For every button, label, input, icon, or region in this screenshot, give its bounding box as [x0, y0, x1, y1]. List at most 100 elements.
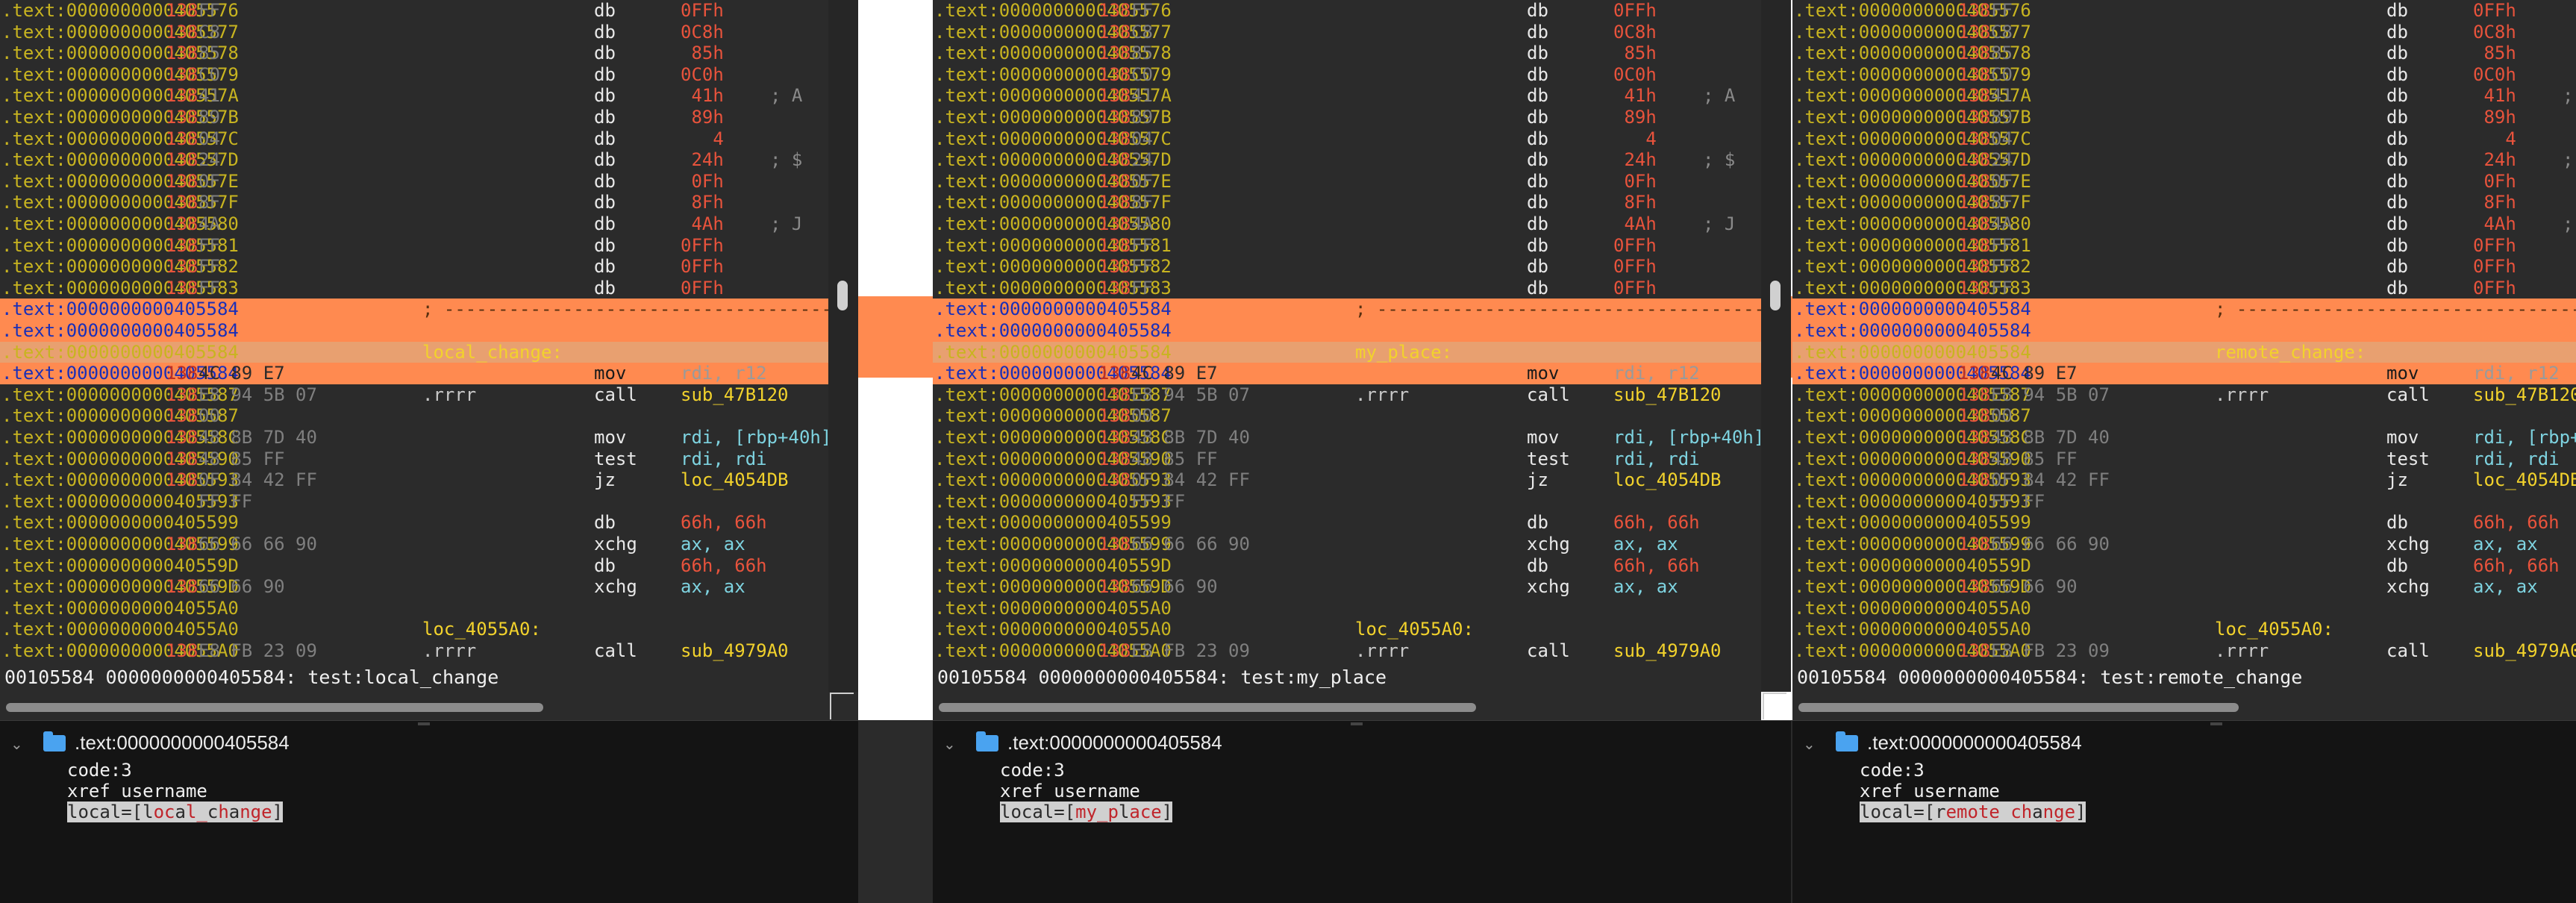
- listing-row[interactable]: .text:0000000000405579 138 C0 db 0C0h: [933, 64, 1761, 86]
- listing-row[interactable]: .text:0000000000405578 138 85 db 85h: [933, 43, 1761, 64]
- listing-row[interactable]: .text:0000000000405584 my_place:: [933, 341, 1761, 363]
- listing-row[interactable]: .text:00000000004055A0 loc_4055A0:: [933, 619, 1761, 640]
- listing-row[interactable]: .text:000000000040557F 138 8F db 8Fh: [933, 192, 1761, 213]
- disassembly-listing[interactable]: .text:0000000000405576 138 FF db 0FFh .text:0…: [1792, 0, 2576, 663]
- listing-row[interactable]: .text:0000000000405584 ; ----------------…: [933, 299, 1761, 320]
- listing-row[interactable]: .text:00000000004055801384Adb 4Ah; J: [0, 213, 828, 235]
- xref-tree-view[interactable]: ⌄ .text:0000000000405584 code:3 xref userna…: [0, 720, 858, 903]
- listing-row[interactable]: .text:00000000004055A0 loc_4055A0:: [1792, 619, 2576, 640]
- chevron-down-icon[interactable]: ⌄: [10, 732, 28, 757]
- listing-row[interactable]: .text:0000000000405587 138 E8 94 5B 07 .rrr…: [1792, 384, 2576, 406]
- listing-row[interactable]: .text:0000000000405578 138 85 db 85h: [1792, 43, 2576, 64]
- listing-row[interactable]: .text:0000000000405599 138 66 66 66 90 xchg…: [0, 534, 828, 555]
- listing-row[interactable]: .text:00000000004055A0: [0, 598, 828, 619]
- splitter-handle[interactable]: [2210, 722, 2222, 725]
- listing-row[interactable]: .text:0000000000405599 db 66h, 66h: [933, 512, 1761, 534]
- vertical-scrollbar[interactable]: [1761, 0, 1791, 692]
- listing-row[interactable]: .text:000000000040557C 138 04 db 4: [1792, 128, 2576, 150]
- listing-row[interactable]: .text:0000000000405578 138 85 db 85h: [0, 43, 828, 64]
- listing-row[interactable]: .text:000000000040557A13841db 41h; A: [1792, 85, 2576, 107]
- listing-row[interactable]: .text:0000000000405581 138 FF db 0FFh: [1792, 235, 2576, 257]
- xref-tree-view[interactable]: ⌄ .text:0000000000405584 code:3 xref userna…: [933, 720, 1791, 903]
- listing-row[interactable]: .text:00000000004055A0: [1792, 598, 2576, 619]
- chevron-down-icon[interactable]: ⌄: [1803, 732, 1821, 757]
- listing-row[interactable]: .text:0000000000405581 138 FF db 0FFh: [0, 235, 828, 257]
- listing-row[interactable]: .text:000000000040559D 138 66 66 90 xchg ax,…: [933, 576, 1761, 598]
- tree-node[interactable]: ⌄ .text:0000000000405584: [10, 730, 290, 755]
- listing-row[interactable]: .text:000000000040557B 138 89 db 89h: [1792, 107, 2576, 128]
- listing-row[interactable]: .text:0000000000405582 138 FF db 0FFh: [933, 256, 1761, 278]
- listing-row[interactable]: .text:0000000000405577 138 C8 db 0C8h: [0, 22, 828, 43]
- listing-row[interactable]: .text:000000000040557B 138 89 db 89h: [933, 107, 1761, 128]
- vertical-scrollbar-thumb[interactable]: [837, 281, 848, 310]
- listing-row[interactable]: .text:0000000000405584 local_change:: [0, 341, 828, 363]
- listing-row[interactable]: .text:0000000000405599 138 66 66 66 90 xchg…: [1792, 534, 2576, 555]
- listing-row[interactable]: .text:000000000040557E 138 0F db 0Fh: [1792, 171, 2576, 193]
- listing-row[interactable]: .text:0000000000405584 138 4C 89 E7 mov rdi,…: [933, 363, 1761, 384]
- listing-row[interactable]: .text:0000000000405599 db 66h, 66h: [0, 512, 828, 534]
- horizontal-scrollbar-thumb[interactable]: [939, 703, 1476, 712]
- listing-row[interactable]: .text:000000000040559D db 66h, 66h: [0, 555, 828, 577]
- listing-row[interactable]: .text:000000000040557C 138 04 db 4: [0, 128, 828, 150]
- vertical-scrollbar[interactable]: [828, 0, 858, 692]
- listing-row[interactable]: .text:000000000040559D 138 66 66 90 xchg ax,…: [1792, 576, 2576, 598]
- listing-row[interactable]: .text:00000000004055801384Adb 4Ah; J: [1792, 213, 2576, 235]
- listing-row[interactable]: .text:000000000040559D db 66h, 66h: [933, 555, 1761, 577]
- listing-row[interactable]: .text:00000000004055A0 138 E8 FB 23 09 .rrr…: [1792, 640, 2576, 662]
- listing-row[interactable]: .text:000000000040557F 138 8F db 8Fh: [0, 192, 828, 213]
- listing-row[interactable]: .text:0000000000405582 138 FF db 0FFh: [0, 256, 828, 278]
- listing-row[interactable]: .text:0000000000405584 138 4C 89 E7 mov rdi,…: [0, 363, 828, 384]
- listing-row[interactable]: .text:000000000040557D13824db 24h; $: [0, 149, 828, 171]
- listing-row[interactable]: .text:0000000000405599 138 66 66 66 90 xchg…: [933, 534, 1761, 555]
- local-selection[interactable]: local=[local_change]: [67, 802, 284, 822]
- listing-row[interactable]: .text:0000000000405593 FF FF: [933, 491, 1761, 513]
- local-selection[interactable]: local=[remote change]: [1860, 802, 2086, 822]
- listing-row[interactable]: .text:000000000040557A13841db 41h; A: [0, 85, 828, 107]
- listing-row[interactable]: .text:000000000040559D 138 66 66 90 xchg ax,…: [0, 576, 828, 598]
- tree-node[interactable]: ⌄ .text:0000000000405584: [1803, 730, 2082, 755]
- listing-row[interactable]: .text:00000000004055A0 loc_4055A0:: [0, 619, 828, 640]
- listing-row[interactable]: .text:000000000040558C 138 48 8B 7D 40 mov r…: [1792, 427, 2576, 449]
- listing-row[interactable]: .text:000000000040557B 138 89 db 89h: [0, 107, 828, 128]
- listing-row[interactable]: .text:0000000000405577 138 C8 db 0C8h: [1792, 22, 2576, 43]
- listing-row[interactable]: .text:000000000040559D db 66h, 66h: [1792, 555, 2576, 577]
- listing-row[interactable]: .text:000000000040557C 138 04 db 4: [933, 128, 1761, 150]
- listing-row[interactable]: .text:0000000000405587 138 00: [0, 405, 828, 427]
- listing-row[interactable]: .text:00000000004055A0 138 E8 FB 23 09 .rrr…: [933, 640, 1761, 662]
- listing-row[interactable]: .text:0000000000405582 138 FF db 0FFh: [1792, 256, 2576, 278]
- listing-row[interactable]: .text:0000000000405599 db 66h, 66h: [1792, 512, 2576, 534]
- listing-row[interactable]: .text:0000000000405576 138 FF db 0FFh: [1792, 0, 2576, 22]
- listing-row[interactable]: .text:000000000040557D13824db 24h; $: [933, 149, 1761, 171]
- listing-row[interactable]: .text:0000000000405593 FF FF: [1792, 491, 2576, 513]
- listing-row[interactable]: .text:000000000040557E 138 0F db 0Fh: [0, 171, 828, 193]
- listing-row[interactable]: .text:0000000000405587 138 00: [933, 405, 1761, 427]
- resize-corner[interactable]: [830, 693, 854, 719]
- listing-row[interactable]: .text:0000000000405576 138 FF db 0FFh: [0, 0, 828, 22]
- listing-row[interactable]: .text:0000000000405584 remote_change:: [1792, 341, 2576, 363]
- tree-node[interactable]: ⌄ .text:0000000000405584: [943, 730, 1222, 755]
- listing-row[interactable]: .text:0000000000405581 138 FF db 0FFh: [933, 235, 1761, 257]
- listing-row[interactable]: .text:0000000000405583 138 FF db 0FFh: [1792, 278, 2576, 299]
- listing-row[interactable]: .text:0000000000405584 ; ----------------…: [1792, 299, 2576, 320]
- listing-row[interactable]: .text:0000000000405579 138 C0 db 0C0h: [0, 64, 828, 86]
- listing-row[interactable]: .text:0000000000405584: [0, 320, 828, 342]
- listing-row[interactable]: .text:0000000000405584: [1792, 320, 2576, 342]
- tree-local-line[interactable]: local=[my_place]: [1000, 802, 1173, 822]
- listing-row[interactable]: .text:0000000000405593 138 0F 84 42 FF jz lo…: [933, 469, 1761, 491]
- tree-local-line[interactable]: local=[remote change]: [1860, 802, 2086, 822]
- listing-row[interactable]: .text:000000000040557D13824db 24h; $: [1792, 149, 2576, 171]
- horizontal-scrollbar-thumb[interactable]: [6, 703, 543, 712]
- listing-row[interactable]: .text:0000000000405593 FF FF: [0, 491, 828, 513]
- listing-row[interactable]: .text:000000000040558C 138 48 8B 7D 40 mov r…: [0, 427, 828, 449]
- listing-row[interactable]: .text:0000000000405587 138 E8 94 5B 07 .rrr…: [0, 384, 828, 406]
- listing-row[interactable]: .text:00000000004055801384Adb 4Ah; J: [933, 213, 1761, 235]
- chevron-down-icon[interactable]: ⌄: [943, 732, 961, 757]
- disassembly-listing[interactable]: .text:0000000000405576 138 FF db 0FFh .text:0…: [0, 0, 828, 663]
- listing-row[interactable]: .text:0000000000405587 138 00: [1792, 405, 2576, 427]
- horizontal-scrollbar[interactable]: [1792, 692, 2576, 720]
- listing-row[interactable]: .text:0000000000405593 138 0F 84 42 FF jz lo…: [0, 469, 828, 491]
- listing-row[interactable]: .text:0000000000405577 138 C8 db 0C8h: [933, 22, 1761, 43]
- horizontal-scrollbar-thumb[interactable]: [1798, 703, 2239, 712]
- listing-row[interactable]: .text:0000000000405590 138 48 85 FF test rdi…: [933, 449, 1761, 470]
- splitter-handle[interactable]: [1351, 722, 1363, 725]
